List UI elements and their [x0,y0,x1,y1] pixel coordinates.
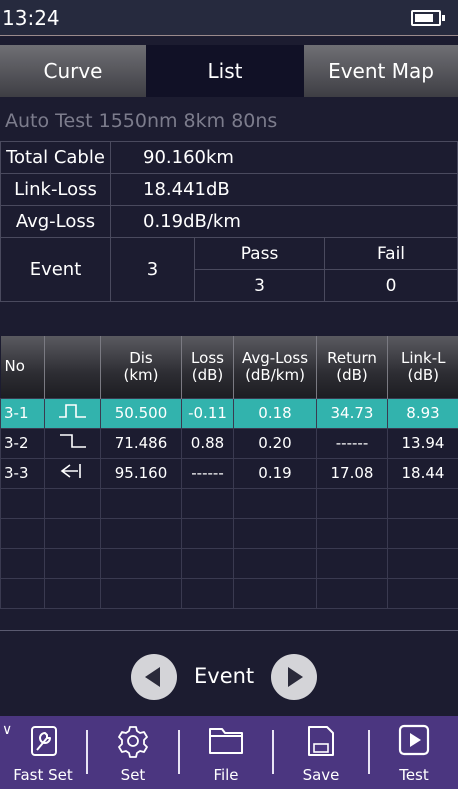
arrow-right-icon [288,667,303,687]
set-button[interactable]: Set [88,716,178,789]
play-icon [398,724,430,756]
cell-loss: 0.88 [181,427,234,459]
cell-dis: 71.486 [100,427,182,459]
cell-return: ------ [316,427,388,459]
empty-row [0,487,458,519]
col-link-l: Link-L (dB) [387,336,458,398]
col-avg-loss: Avg-Loss (dB/km) [233,336,317,398]
col-return: Return (dB) [316,336,388,398]
previous-event-button[interactable] [131,654,177,700]
bottom-toolbar: ∨ Fast Set Set File Save Test [0,716,458,789]
save-label: Save [302,766,340,784]
tab-list[interactable]: List [146,45,304,97]
file-button[interactable]: File [180,716,272,789]
status-bar: 13:24 [0,0,458,36]
cell-dis: 95.160 [100,457,182,489]
clock: 13:24 [2,6,60,30]
summary-table: Total Cable 90.160km Link-Loss 18.441dB … [0,141,458,302]
col-no: No [0,336,45,398]
total-cable-value: 90.160km [110,141,458,174]
next-event-button[interactable] [271,654,317,700]
total-cable-label: Total Cable [0,141,111,174]
cell-return: 17.08 [316,457,388,489]
pass-label: Pass [194,237,325,270]
empty-row [0,517,458,549]
empty-row [0,547,458,579]
cell-no: 3-2 [0,427,45,459]
test-parameters: Auto Test 1550nm 8km 80ns [5,110,278,132]
cell-dis: 50.500 [100,397,182,429]
table-row[interactable]: 3-3 95.160 ------ 0.19 17.08 18.44 [0,457,458,489]
cell-avg-loss: 0.19 [233,457,317,489]
file-label: File [213,766,239,784]
save-button[interactable]: Save [274,716,368,789]
arrow-left-icon [145,667,160,687]
wrench-icon [31,726,57,756]
pass-count: 3 [194,269,325,302]
save-icon [308,726,334,756]
cell-no: 3-1 [0,397,45,429]
cell-link-l: 18.44 [387,457,458,489]
col-loss: Loss (dB) [181,336,234,398]
cell-avg-loss: 0.18 [233,397,317,429]
event-navigation: Event [0,648,458,708]
avg-loss-value: 0.19dB/km [110,205,458,238]
col-dis: Dis (km) [100,336,182,398]
tab-event-map[interactable]: Event Map [304,45,458,97]
cell-loss: ------ [181,457,234,489]
test-label: Test [399,766,429,784]
cell-link-l: 8.93 [387,397,458,429]
event-label: Event [0,237,111,302]
set-label: Set [120,766,146,784]
cell-no: 3-3 [0,457,45,489]
events-table: No Dis (km) Loss (dB) Avg-Loss (dB/km) Retu… [0,336,458,609]
end-event-icon [44,457,101,489]
divider [0,630,458,631]
event-count: 3 [110,237,195,302]
fail-count: 0 [324,269,458,302]
view-tabs: Curve List Event Map [0,45,458,97]
battery-icon [411,10,445,26]
cell-return: 34.73 [316,397,388,429]
cell-link-l: 13.94 [387,427,458,459]
table-header: No Dis (km) Loss (dB) Avg-Loss (dB/km) Retu… [0,336,458,398]
col-type [44,336,101,398]
fast-set-label: Fast Set [13,766,73,784]
event-nav-label: Event [194,664,255,688]
avg-loss-label: Avg-Loss [0,205,111,238]
link-loss-label: Link-Loss [0,173,111,206]
folder-icon [209,728,243,754]
table-row[interactable]: 3-1 50.500 -0.11 0.18 34.73 8.93 [0,397,458,429]
non-reflective-event-icon [44,427,101,459]
empty-row [0,577,458,609]
fail-label: Fail [324,237,458,270]
table-row[interactable]: 3-2 71.486 0.88 0.20 ------ 13.94 [0,427,458,459]
fast-set-button[interactable]: Fast Set [0,716,86,789]
test-button[interactable]: Test [370,716,458,789]
link-loss-value: 18.441dB [110,173,458,206]
cell-loss: -0.11 [181,397,234,429]
cell-avg-loss: 0.20 [233,427,317,459]
gear-icon [118,726,148,758]
reflective-event-icon [44,397,101,429]
tab-curve[interactable]: Curve [0,45,146,97]
